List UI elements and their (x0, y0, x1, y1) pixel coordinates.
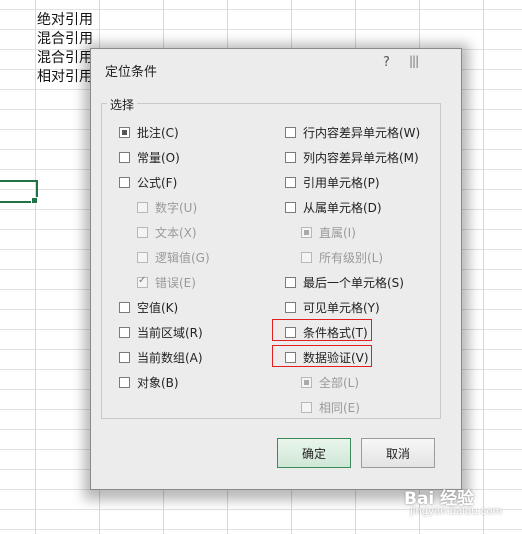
left-option[interactable]: 当前数组(A) (119, 348, 203, 366)
disabled-checkbox (137, 251, 148, 263)
right-option[interactable]: 数据验证(V) (285, 348, 369, 366)
group-label: 选择 (107, 96, 138, 113)
left-option[interactable]: 常量(O) (119, 148, 180, 166)
disabled-checkbox (301, 226, 312, 238)
checkbox[interactable] (285, 151, 296, 163)
disabled-checkbox (301, 376, 312, 388)
checkbox[interactable] (119, 351, 130, 363)
checkbox[interactable] (119, 326, 130, 338)
disabled-checkbox (137, 275, 148, 288)
right-option: 全部(L) (301, 373, 359, 391)
left-option: 逻辑值(G) (137, 248, 210, 266)
disabled-checkbox (137, 226, 148, 238)
dialog-titlebar[interactable]: 定位条件 ? ||| (91, 49, 461, 85)
close-icon[interactable]: ||| (409, 54, 435, 68)
option-label: 条件格式(T) (303, 325, 368, 340)
right-option[interactable]: 可见单元格(Y) (285, 298, 380, 316)
option-label: 列内容差异单元格(M) (303, 150, 419, 165)
right-option[interactable]: 行内容差异单元格(W) (285, 123, 420, 141)
left-option[interactable]: 批注(C) (119, 123, 179, 141)
right-option: 所有级别(L) (301, 248, 383, 266)
checkbox[interactable] (119, 176, 130, 188)
watermark: Bai 经验 jingyan.baidu.com (404, 484, 502, 517)
left-option[interactable]: 对象(B) (119, 373, 179, 391)
option-label: 逻辑值(G) (155, 250, 210, 265)
option-label: 空值(K) (137, 300, 179, 315)
right-option[interactable]: 引用单元格(P) (285, 173, 380, 191)
option-label: 批注(C) (137, 125, 179, 140)
option-label: 可见单元格(Y) (303, 300, 380, 315)
option-label: 相同(E) (319, 400, 360, 415)
option-label: 常量(O) (137, 150, 180, 165)
right-option[interactable]: 从属单元格(D) (285, 198, 382, 216)
option-label: 错误(E) (155, 275, 196, 290)
option-label: 行内容差异单元格(W) (303, 125, 421, 140)
right-option: 相同(E) (301, 398, 360, 416)
option-label: 引用单元格(P) (303, 175, 380, 190)
option-label: 文本(X) (155, 225, 197, 240)
checkbox[interactable] (285, 176, 296, 188)
checkbox[interactable] (285, 126, 296, 138)
fill-handle[interactable] (31, 197, 38, 204)
dialog-title: 定位条件 (105, 65, 158, 80)
checkbox[interactable] (285, 326, 296, 338)
left-option[interactable]: 空值(K) (119, 298, 178, 316)
option-label: 数字(U) (155, 200, 198, 215)
option-label: 公式(F) (137, 175, 178, 190)
right-option[interactable]: 条件格式(T) (285, 323, 368, 341)
cell-a1[interactable]: 绝对引用 (37, 10, 93, 30)
help-icon[interactable]: ? (383, 55, 390, 70)
checkbox[interactable] (119, 376, 130, 388)
cancel-button[interactable]: 取消 (361, 438, 435, 468)
right-option[interactable]: 列内容差异单元格(M) (285, 148, 419, 166)
option-label: 全部(L) (319, 375, 360, 390)
left-option: 文本(X) (137, 223, 197, 241)
checkbox[interactable] (285, 301, 296, 313)
checkbox[interactable] (285, 351, 296, 363)
checkbox[interactable] (119, 151, 130, 163)
checkbox[interactable] (119, 301, 130, 313)
checkbox[interactable] (285, 276, 296, 288)
right-option[interactable]: 最后一个单元格(S) (285, 273, 404, 291)
option-label: 所有级别(L) (319, 250, 384, 265)
option-label: 数据验证(V) (303, 350, 369, 365)
left-option[interactable]: 公式(F) (119, 173, 177, 191)
checkbox[interactable] (285, 201, 296, 213)
option-label: 直属(I) (319, 225, 356, 240)
option-label: 当前区域(R) (137, 325, 203, 340)
option-label: 最后一个单元格(S) (303, 275, 404, 290)
disabled-checkbox (301, 251, 312, 263)
option-label: 从属单元格(D) (303, 200, 382, 215)
right-option: 直属(I) (301, 223, 356, 241)
disabled-checkbox (137, 201, 148, 213)
go-to-special-dialog: 定位条件 ? ||| 选择 确定 取消 批注(C) 常量(O) 公式(F) 数字(U)… (90, 48, 462, 490)
disabled-checkbox (301, 401, 312, 413)
watermark-url: jingyan.baidu.com (410, 506, 503, 517)
option-label: 当前数组(A) (137, 350, 203, 365)
left-option[interactable]: 当前区域(R) (119, 323, 203, 341)
checkbox[interactable] (119, 126, 130, 138)
ok-button[interactable]: 确定 (277, 438, 351, 468)
left-option: 错误(E) (137, 273, 196, 291)
option-label: 对象(B) (137, 375, 179, 390)
left-option: 数字(U) (137, 198, 197, 216)
